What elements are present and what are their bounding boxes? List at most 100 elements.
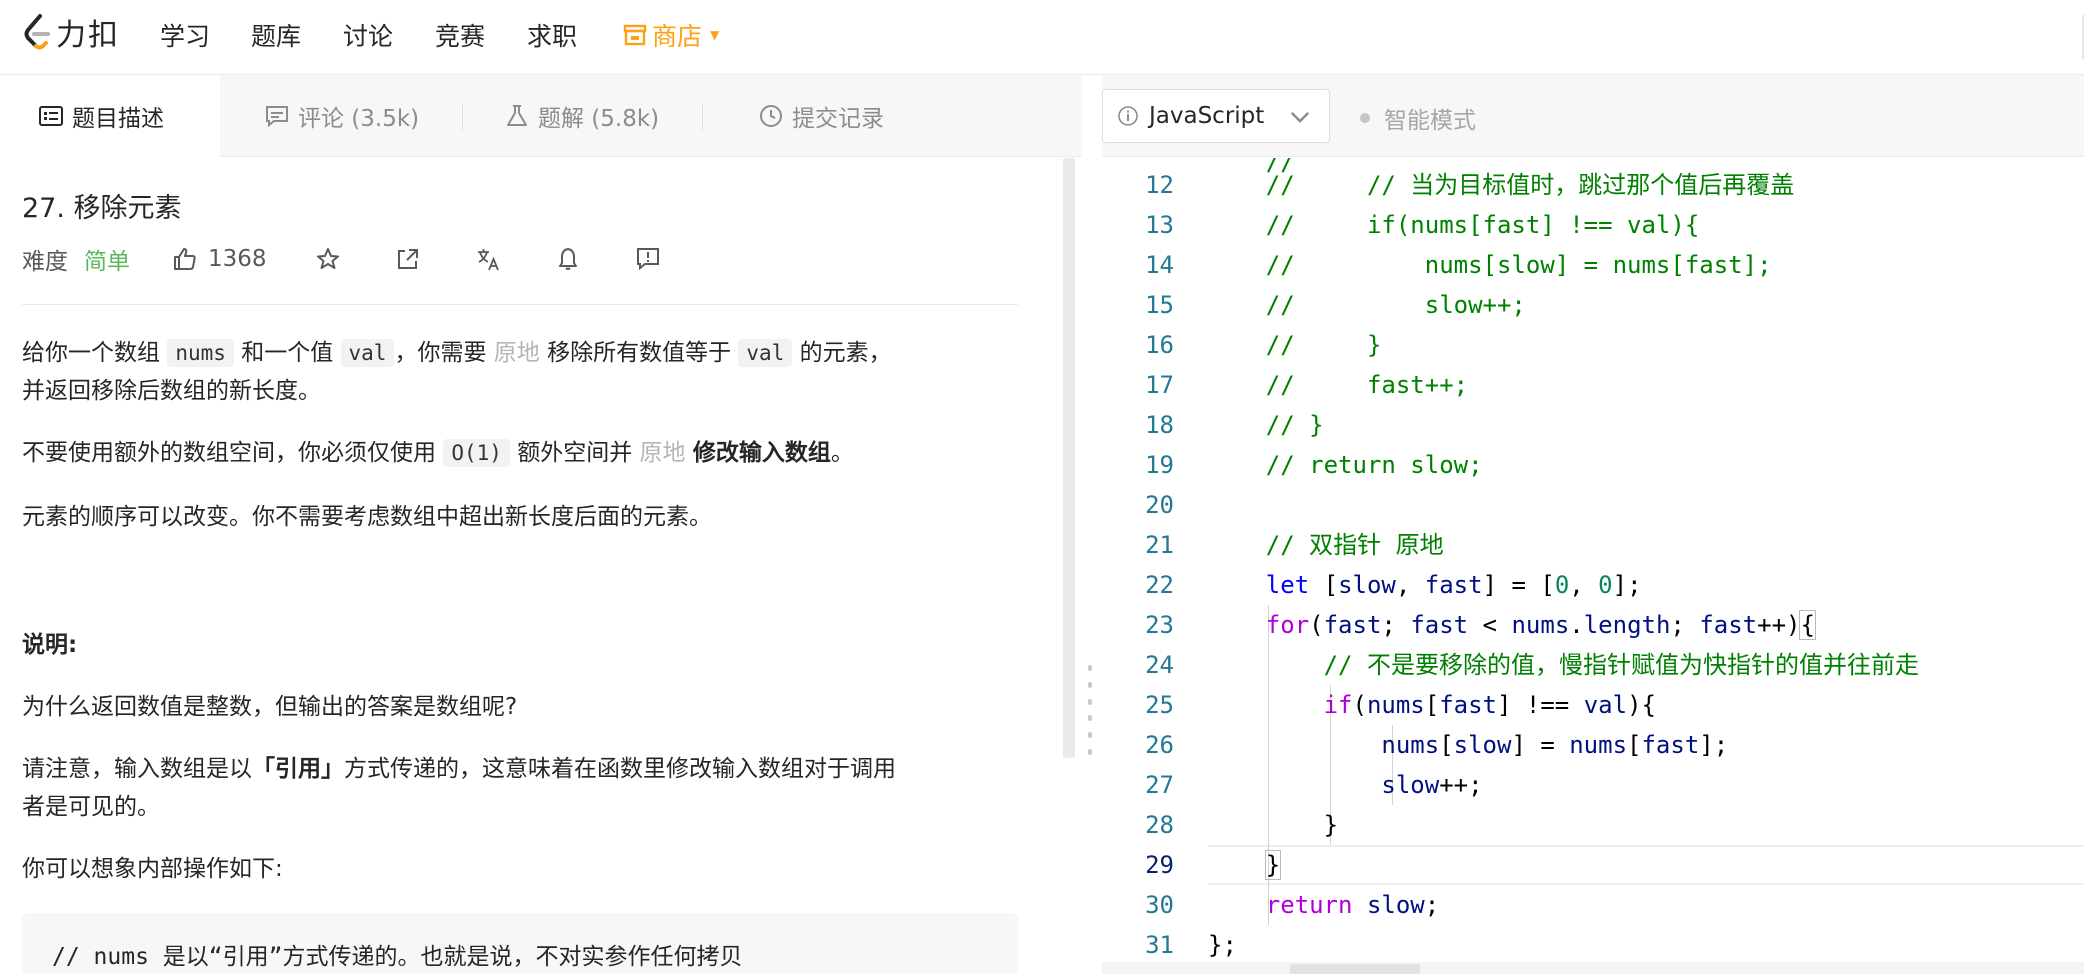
line-number: 18 xyxy=(1145,411,1174,439)
divider xyxy=(22,304,1018,305)
example-code-block: // nums 是以“引用”方式传递的。也就是说，不对实参作任何拷贝 xyxy=(22,913,1018,974)
leetcode-logo[interactable]: 力扣 xyxy=(22,12,120,53)
code-line: 31 }; xyxy=(1102,925,2084,965)
tab-label: 题目描述 xyxy=(72,105,164,132)
text: 。 xyxy=(830,440,854,466)
code-text: } xyxy=(1264,850,1282,880)
line-number: 27 xyxy=(1145,771,1174,799)
code-line-current: 29 } xyxy=(1102,845,2084,885)
thumbs-up-icon xyxy=(174,248,196,270)
problem-tabs: 题目描述 评论 (3.5k) 题解 (5.8k) 提交记录 xyxy=(0,75,1082,157)
nav-item-learn[interactable]: 学习 xyxy=(160,17,210,53)
difficulty-label: 难度 xyxy=(22,249,68,275)
favorite-button[interactable] xyxy=(315,246,341,272)
translate-icon xyxy=(477,249,499,271)
text: 者是可见的。 xyxy=(22,794,160,820)
logo-text: 力扣 xyxy=(56,18,120,53)
editor-horizontal-scrollbar[interactable] xyxy=(1102,962,2084,974)
nav-item-problems[interactable]: 题库 xyxy=(251,17,301,53)
line-number: 13 xyxy=(1145,211,1174,239)
code-text: // slow++; xyxy=(1208,291,1526,319)
code-line: 23 for(fast; fast < nums.length; fast++)… xyxy=(1102,605,2084,645)
nav-item-jobs[interactable]: 求职 xyxy=(527,17,577,53)
problem-paragraph-1: 给你一个数组 nums 和一个值 val ，你需要 原地 移除所有数值等于 val… xyxy=(22,334,1022,410)
code-line: 24 // 不是要移除的值，慢指针赋值为快指针的值并往前走 xyxy=(1102,645,2084,685)
code-line: 26 nums[slow] = nums[fast]; xyxy=(1102,725,2084,765)
tab-description[interactable]: 题目描述 xyxy=(0,75,220,157)
scrollbar-thumb[interactable] xyxy=(1290,964,1420,974)
line-number: 17 xyxy=(1145,371,1174,399)
star-icon xyxy=(316,248,339,269)
line-number: 16 xyxy=(1145,331,1174,359)
problem-paragraph-5: 请注意，输入数组是以「引用」方式传递的，这意味着在函数里修改输入数组对于调用 者… xyxy=(22,750,1022,826)
chevron-down-icon xyxy=(1290,111,1310,123)
tab-comments[interactable]: 评论 (3.5k) xyxy=(264,75,419,157)
text: ，你需要 xyxy=(394,340,487,366)
share-button[interactable] xyxy=(395,246,421,272)
nav-item-discuss[interactable]: 讨论 xyxy=(343,17,393,53)
tab-separator xyxy=(462,103,463,131)
like-count: 1368 xyxy=(208,246,267,272)
code-line: 12 // // 当为目标值时，跳过那个值后再覆盖 xyxy=(1102,165,2084,205)
line-number: 19 xyxy=(1145,451,1174,479)
notify-button[interactable] xyxy=(555,246,581,272)
code-line: 28 } xyxy=(1102,805,2084,845)
line-number: 21 xyxy=(1145,531,1174,559)
comment-icon xyxy=(266,106,288,128)
code-text: return slow; xyxy=(1265,891,1440,919)
line-number: 24 xyxy=(1145,651,1174,679)
nav-item-store[interactable]: 商店 ▼ xyxy=(622,17,719,53)
code-text: // } xyxy=(1208,411,1324,439)
nav-item-contest[interactable]: 竞赛 xyxy=(435,17,485,53)
smart-mode-toggle[interactable]: 智能模式 xyxy=(1360,101,1476,135)
code-line: 22 let [slow, fast] = [0, 0]; xyxy=(1102,565,2084,605)
code-line: 17 // fast++; xyxy=(1102,365,2084,405)
translate-button[interactable] xyxy=(475,246,501,272)
text: 给你一个数组 xyxy=(22,340,160,366)
inline-code: val xyxy=(738,339,793,367)
line-number: 23 xyxy=(1145,611,1174,639)
inplace-link[interactable]: 原地 xyxy=(494,340,540,366)
text: 方式传递的，这意味着在函数里修改输入数组对于调用 xyxy=(344,756,896,782)
code-line: 30 return slow; xyxy=(1102,885,2084,925)
code-text: // // 当为目标值时，跳过那个值后再覆盖 xyxy=(1208,171,1795,199)
code-line: 14 // nums[slow] = nums[fast]; xyxy=(1102,245,2084,285)
tab-solutions[interactable]: 题解 (5.8k) xyxy=(504,75,659,157)
panel-splitter-handle[interactable] xyxy=(1088,665,1094,755)
code-line: 21 // 双指针 原地 xyxy=(1102,525,2084,565)
editor-toolbar: JavaScript 智能模式 xyxy=(1102,75,2084,157)
code-line: 15 // slow++; xyxy=(1102,285,2084,325)
like-button[interactable]: 1368 xyxy=(172,246,267,272)
line-number: 20 xyxy=(1145,491,1174,519)
tab-label: 评论 (3.5k) xyxy=(298,106,420,132)
leetcode-logo-icon xyxy=(24,14,50,50)
text: 不要使用额外的数组空间，你必须仅使用 xyxy=(22,440,436,466)
code-text: }; xyxy=(1208,931,1237,959)
code-text: let [slow, fast] = [0, 0]; xyxy=(1265,571,1642,599)
flask-icon xyxy=(507,105,527,126)
left-scrollbar[interactable] xyxy=(1063,158,1075,758)
inline-code: val xyxy=(340,339,395,367)
line-number: 31 xyxy=(1145,931,1174,959)
line-number: 12 xyxy=(1145,171,1174,199)
line-number: 25 xyxy=(1145,691,1174,719)
code-editor[interactable]: // 12 // // 当为目标值时，跳过那个值后再覆盖 13 // if(nu… xyxy=(1102,158,2084,974)
tab-label: 题解 (5.8k) xyxy=(538,106,660,132)
code-text: // nums[slow] = nums[fast]; xyxy=(1208,251,1772,279)
problem-meta: 难度 简单 1368 xyxy=(22,242,715,276)
inplace-link[interactable]: 原地 xyxy=(640,440,686,466)
text: 移除所有数值等于 xyxy=(547,340,732,366)
inline-code: O(1) xyxy=(443,439,510,467)
text: 并返回移除后数组的新长度。 xyxy=(22,378,321,404)
language-select[interactable]: JavaScript xyxy=(1102,89,1330,143)
line-number: 15 xyxy=(1145,291,1174,319)
bold-text: 修改输入数组 xyxy=(692,440,831,466)
code-text: // } xyxy=(1208,331,1382,359)
tab-label: 提交记录 xyxy=(792,106,884,132)
tab-submissions[interactable]: 提交记录 xyxy=(758,75,884,157)
language-label: JavaScript xyxy=(1149,103,1265,129)
problem-paragraph-6: 你可以想象内部操作如下: xyxy=(22,856,283,882)
feedback-button[interactable] xyxy=(635,246,661,272)
difficulty-badge: 简单 xyxy=(84,249,130,275)
code-text: // return slow; xyxy=(1208,451,1483,479)
